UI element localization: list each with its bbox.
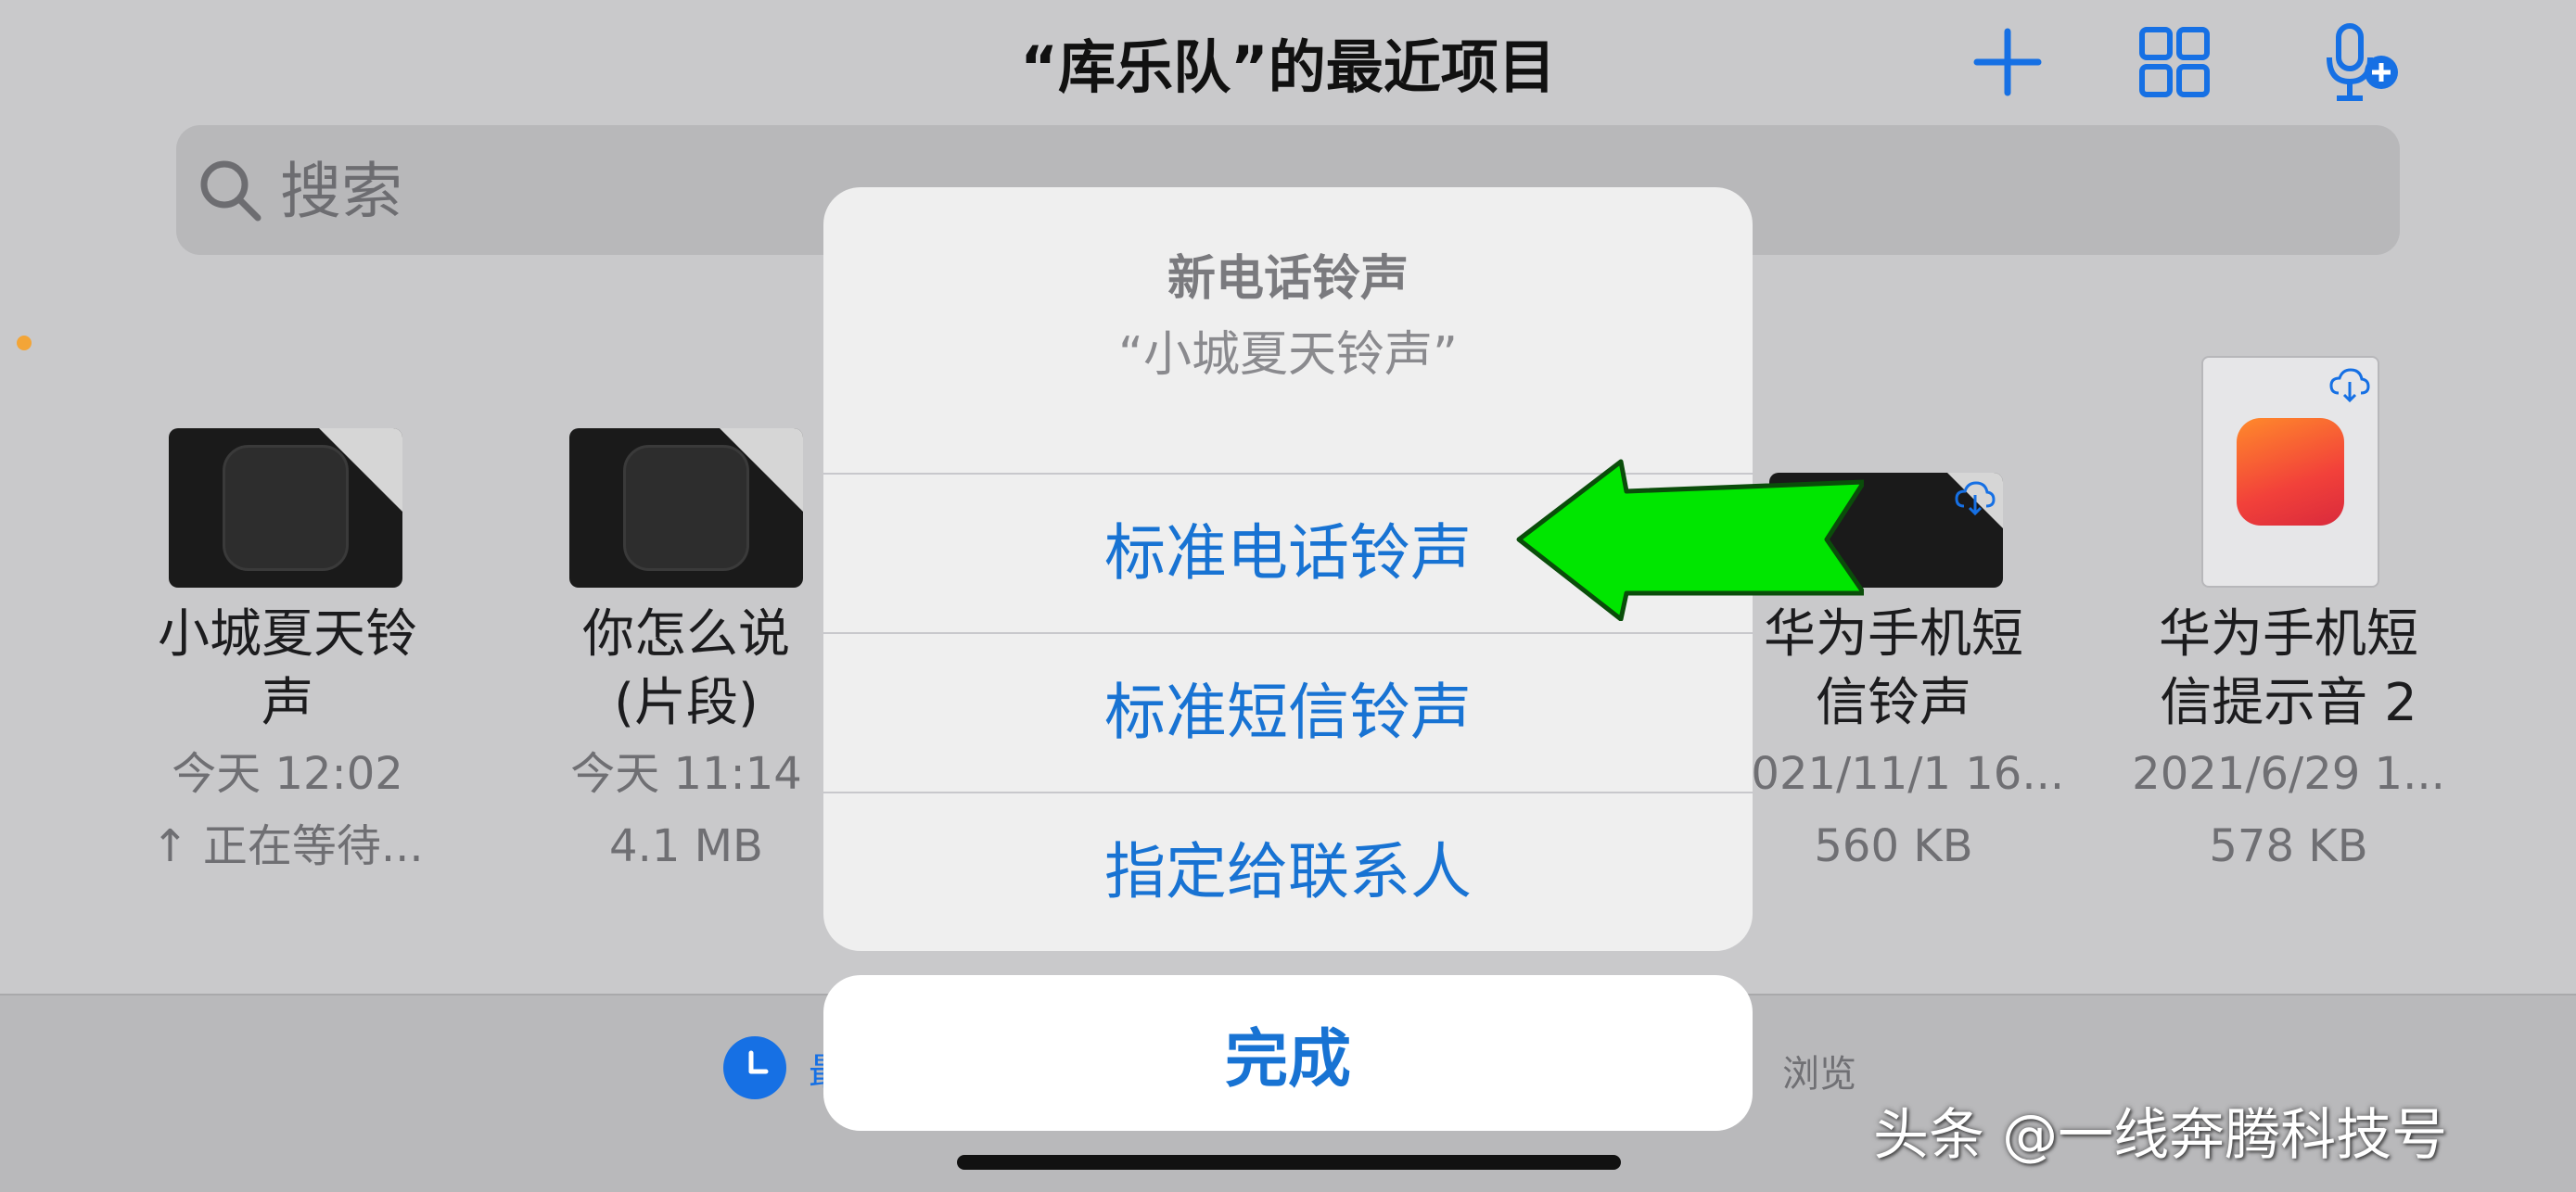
standard-text-tone-button[interactable]: 标准短信铃声 — [823, 634, 1753, 792]
done-button[interactable]: 完成 — [823, 975, 1753, 1131]
add-button[interactable] — [1966, 20, 2049, 104]
file-name: 华为手机短 — [2159, 604, 2418, 665]
status-dot — [17, 336, 32, 350]
file-date: 2021/6/29 1... — [2132, 748, 2445, 800]
file-thumbnail — [169, 428, 402, 588]
sheet-title: 新电话铃声 — [1167, 251, 1409, 307]
search-icon — [200, 160, 261, 222]
plus-icon — [1973, 28, 2042, 96]
file-date: 2021/11/1 16... — [1722, 748, 2065, 800]
file-name: 小城夏天铃 — [158, 604, 417, 665]
home-indicator — [957, 1155, 1621, 1170]
file-thumbnail — [569, 428, 803, 588]
microphone-add-icon — [2327, 23, 2398, 101]
tab-browse[interactable]: 浏览 — [1782, 1044, 1856, 1097]
file-date: 今天 11:14 — [570, 748, 802, 800]
view-toggle-button[interactable] — [2133, 20, 2216, 104]
file-item[interactable]: 华为手机短 信提示音 2 2021/6/29 1... 578 KB — [2103, 356, 2474, 882]
cloud-download-icon — [1955, 481, 1996, 516]
file-size: 560 KB — [1814, 820, 1973, 872]
file-name: 你怎么说 — [582, 604, 790, 665]
file-date: 今天 12:02 — [172, 748, 403, 800]
cloud-download-icon — [2329, 368, 2370, 403]
file-name-cont: 声 — [261, 673, 313, 733]
file-status: ↑ 正在等待... — [151, 820, 424, 872]
sheet-subtitle: “小城夏天铃声” — [1118, 327, 1458, 383]
garageband-icon — [2237, 418, 2344, 526]
file-item[interactable]: 小城夏天铃 声 今天 12:02 ↑ 正在等待... — [102, 428, 473, 882]
file-name-cont: 信铃声 — [1816, 673, 1971, 733]
file-size: 4.1 MB — [609, 820, 763, 872]
assign-to-contact-button[interactable]: 指定给联系人 — [823, 793, 1753, 951]
record-button[interactable] — [2318, 20, 2402, 104]
file-size: 578 KB — [2209, 820, 2368, 872]
file-item[interactable]: 你怎么说 (片段) 今天 11:14 4.1 MB — [501, 428, 872, 882]
grid-icon — [2139, 27, 2210, 97]
file-thumbnail — [2201, 356, 2379, 588]
green-arrow-icon — [1516, 459, 1864, 621]
file-name-cont: 信提示音 2 — [2160, 673, 2417, 733]
file-name-cont: (片段) — [614, 673, 759, 733]
clock-icon[interactable] — [723, 1036, 786, 1099]
watermark: 头条 @一线奔腾科技号 — [1873, 1103, 2448, 1168]
